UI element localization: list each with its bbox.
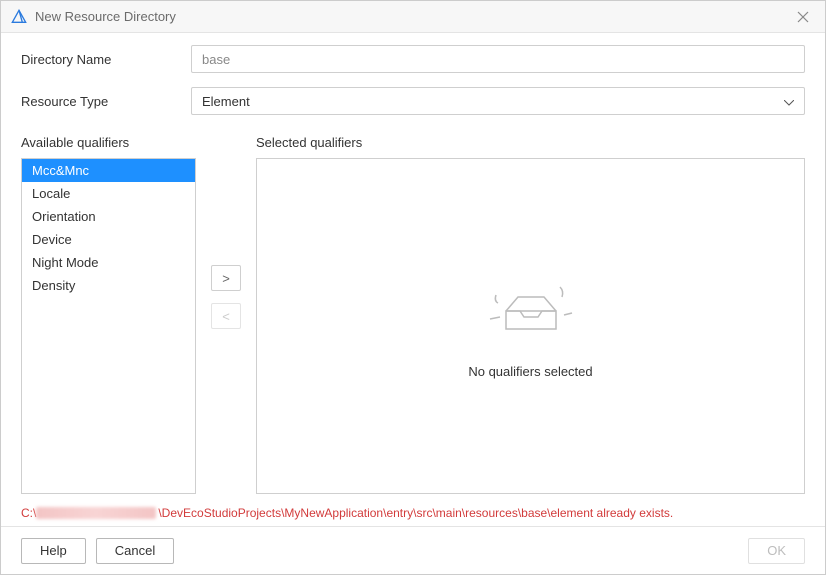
error-suffix: \DevEcoStudioProjects\MyNewApplication\e… — [158, 506, 673, 520]
cancel-button[interactable]: Cancel — [96, 538, 174, 564]
chevron-left-icon: < — [222, 309, 230, 324]
available-qualifiers-list[interactable]: Mcc&MncLocaleOrientationDeviceNight Mode… — [21, 158, 196, 494]
directory-name-row: Directory Name — [21, 45, 805, 73]
close-icon — [797, 11, 809, 23]
transfer-buttons: > < — [210, 135, 242, 494]
selected-qualifiers-box: No qualifiers selected — [256, 158, 805, 494]
remove-qualifier-button[interactable]: < — [211, 303, 241, 329]
list-item[interactable]: Mcc&Mnc — [22, 159, 195, 182]
directory-name-label: Directory Name — [21, 52, 191, 67]
chevron-right-icon: > — [222, 271, 230, 286]
add-qualifier-button[interactable]: > — [211, 265, 241, 291]
chevron-down-icon — [784, 94, 794, 109]
list-item[interactable]: Orientation — [22, 205, 195, 228]
directory-name-input[interactable] — [191, 45, 805, 73]
titlebar: New Resource Directory — [1, 1, 825, 33]
list-item[interactable]: Locale — [22, 182, 195, 205]
redacted-path-segment — [36, 507, 156, 519]
resource-type-select[interactable]: Element — [191, 87, 805, 115]
help-button[interactable]: Help — [21, 538, 86, 564]
dialog-footer: Help Cancel OK — [1, 526, 825, 574]
dialog-title: New Resource Directory — [35, 9, 791, 24]
list-item[interactable]: Device — [22, 228, 195, 251]
dialog-window: New Resource Directory Directory Name Re… — [0, 0, 826, 575]
ok-button[interactable]: OK — [748, 538, 805, 564]
error-message: C:\ \DevEcoStudioProjects\MyNewApplicati… — [1, 494, 825, 526]
dialog-content: Directory Name Resource Type Element Ava… — [1, 33, 825, 494]
resource-type-row: Resource Type Element — [21, 87, 805, 115]
error-prefix: C:\ — [21, 506, 36, 520]
qualifiers-area: Available qualifiers Mcc&MncLocaleOrient… — [21, 135, 805, 494]
empty-message: No qualifiers selected — [468, 364, 592, 379]
empty-box-icon — [476, 273, 586, 346]
close-button[interactable] — [791, 5, 815, 29]
resource-type-value: Element — [202, 94, 784, 109]
resource-type-label: Resource Type — [21, 94, 191, 109]
app-icon — [11, 9, 27, 25]
list-item[interactable]: Night Mode — [22, 251, 195, 274]
available-label: Available qualifiers — [21, 135, 196, 150]
available-column: Available qualifiers Mcc&MncLocaleOrient… — [21, 135, 196, 494]
list-item[interactable]: Density — [22, 274, 195, 297]
selected-label: Selected qualifiers — [256, 135, 805, 150]
selected-column: Selected qualifiers — [256, 135, 805, 494]
